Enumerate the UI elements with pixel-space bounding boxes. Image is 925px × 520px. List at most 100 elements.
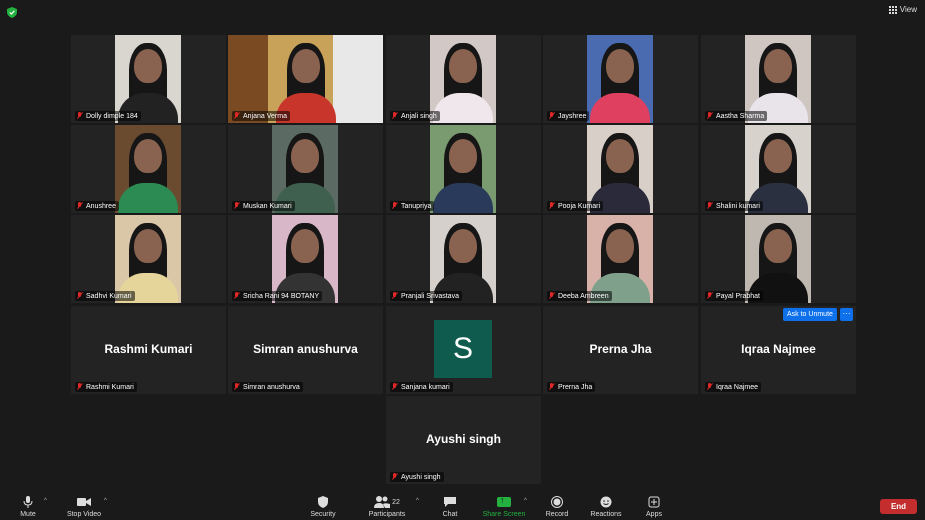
participant-name: Aastha Sharma [716,112,765,120]
participant-display-name: Simran anushurva [253,342,358,356]
muted-mic-icon [548,112,555,120]
participant-name-label: Payal Prabhat [705,291,763,301]
participant-name: Pooja Kumari [558,202,601,210]
participant-tile[interactable]: Prerna Jha Prerna Jha [543,306,698,394]
muted-mic-icon [76,292,83,300]
participant-tile[interactable]: Tanupriya [386,125,541,213]
participant-tile[interactable]: Pooja Kumari [543,125,698,213]
view-button-label: View [899,5,917,14]
reactions-button[interactable]: Reactions [588,490,624,520]
participant-name-label: Shalini kumari [705,201,763,211]
apps-button[interactable]: Apps [642,490,666,520]
participant-name-label: Ayushi singh [390,472,444,482]
participant-name: Sadhvi Kumari [86,292,132,300]
participant-name: Sanjana kumari [401,383,450,391]
ask-to-unmute-button[interactable]: Ask to Unmute [783,308,837,321]
participant-name: Rashmi Kumari [86,383,134,391]
participants-caret-icon[interactable]: ^ [416,498,419,504]
view-button[interactable]: View [888,5,917,14]
participant-video [430,215,496,303]
participant-tile[interactable]: Anjana Verma [228,35,383,123]
muted-mic-icon [391,473,398,481]
security-shield-icon [7,7,17,18]
muted-mic-icon [391,292,398,300]
participant-name-label: Pranjali Srivastava [390,291,462,301]
end-meeting-button[interactable]: End [880,499,917,514]
shield-icon [318,496,328,508]
participant-name: Ayushi singh [401,473,441,481]
participant-tile[interactable]: Rashmi Kumari Rashmi Kumari [71,306,226,394]
record-button[interactable]: Record [543,490,571,520]
participant-name-label: Dolly dimple 184 [75,111,141,121]
participant-tile[interactable]: Anjali singh [386,35,541,123]
participant-video [430,35,496,123]
participant-tile[interactable]: Aastha Sharma [701,35,856,123]
participant-name: Pranjali Srivastava [401,292,459,300]
reaction-emoji-icon [600,496,612,508]
participant-video [115,215,181,303]
participant-name-label: Deeba Ambreen [547,291,612,301]
participant-video [430,125,496,213]
participant-avatar: S [434,320,492,378]
participant-tile[interactable]: Deeba Ambreen [543,215,698,303]
participant-tile[interactable]: Simran anushurva Simran anushurva [228,306,383,394]
participant-name-label: Iqraa Najmee [705,382,762,392]
share-options-caret-icon[interactable]: ^ [524,498,527,504]
muted-mic-icon [391,202,398,210]
participant-name: Anushree [86,202,116,210]
participant-video [745,215,811,303]
participant-name-label: Sadhvi Kumari [75,291,135,301]
participant-name-label: Anjana Verma [232,111,290,121]
participant-video [745,125,811,213]
participant-name: Simran anushurva [243,383,300,391]
muted-mic-icon [233,202,240,210]
participant-name-label: Anushree [75,201,119,211]
mute-button[interactable]: Mute [14,490,42,520]
participant-name-label: Simran anushurva [232,382,303,392]
participant-tile[interactable]: Muskan Kumari [228,125,383,213]
muted-mic-icon [76,383,83,391]
apps-icon [648,496,660,508]
participant-name: Tanupriya [401,202,432,210]
participant-video [272,125,338,213]
participant-tile[interactable]: S Sanjana kumari [386,306,541,394]
participant-tile[interactable]: Sricha Rani 94 BOTANY [228,215,383,303]
participant-name: Payal Prabhat [716,292,760,300]
security-button[interactable]: Security [306,490,340,520]
participant-tile[interactable]: Pranjali Srivastava [386,215,541,303]
participants-button[interactable]: 22 Participants [364,490,410,520]
participant-name: Sricha Rani 94 BOTANY [243,292,320,300]
participant-video [745,35,811,123]
audio-options-caret-icon[interactable]: ^ [44,498,47,504]
participant-tile[interactable]: Dolly dimple 184 [71,35,226,123]
participant-tile[interactable]: Ayushi singh Ayushi singh [386,396,541,484]
participant-name: Dolly dimple 184 [86,112,138,120]
muted-mic-icon [548,383,555,391]
participant-tile[interactable]: Anushree [71,125,226,213]
participant-video [587,35,653,123]
share-screen-button[interactable]: Share Screen [480,490,528,520]
muted-mic-icon [233,383,240,391]
participant-tile[interactable]: Sadhvi Kumari [71,215,226,303]
participant-name-label: Prerna Jha [547,382,596,392]
chat-button[interactable]: Chat [438,490,462,520]
participant-video [587,215,653,303]
share-screen-icon [497,495,511,507]
muted-mic-icon [706,202,713,210]
participant-name-label: Muskan Kumari [232,201,295,211]
participant-video [115,35,181,123]
muted-mic-icon [706,292,713,300]
muted-mic-icon [548,292,555,300]
participant-tile[interactable]: Jayshree [543,35,698,123]
video-options-caret-icon[interactable]: ^ [104,498,107,504]
participant-name-label: Aastha Sharma [705,111,768,121]
meeting-toolbar: Mute ^ Stop Video ^ Security 22 Particip… [0,490,925,520]
muted-mic-icon [706,112,713,120]
participants-icon [374,496,391,508]
stop-video-button[interactable]: Stop Video [62,490,106,520]
participant-tile[interactable]: Payal Prabhat [701,215,856,303]
participant-name: Shalini kumari [716,202,760,210]
participant-tile[interactable]: Shalini kumari [701,125,856,213]
participant-name: Anjali singh [401,112,437,120]
more-options-button[interactable]: ··· [840,308,853,321]
